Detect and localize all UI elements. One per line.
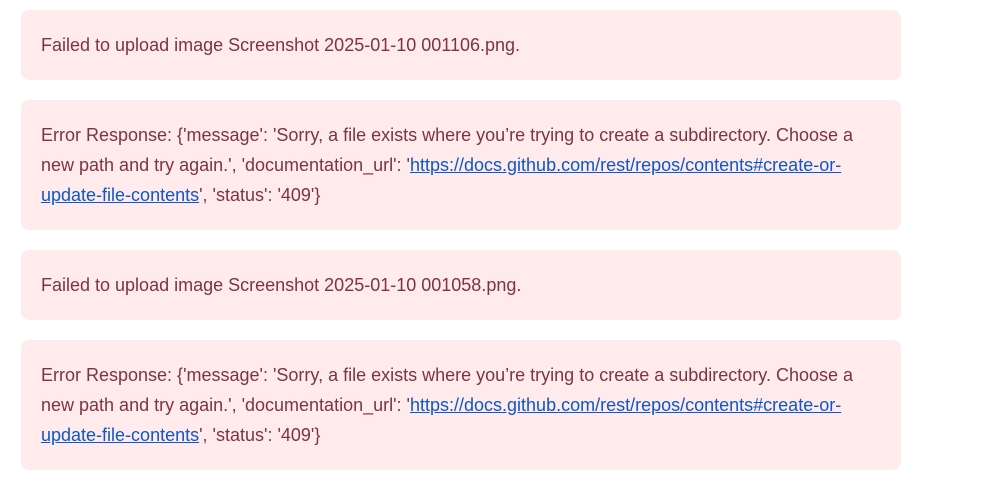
upload-failed-alert: Failed to upload image Screenshot 2025-0…	[21, 250, 901, 320]
error-response-suffix: ', 'status': '409'}	[199, 185, 321, 205]
error-response-alert: Error Response: {'message': 'Sorry, a fi…	[21, 340, 901, 470]
upload-failed-alert: Failed to upload image Screenshot 2025-0…	[21, 10, 901, 80]
error-response-alert: Error Response: {'message': 'Sorry, a fi…	[21, 100, 901, 230]
upload-failed-message: Failed to upload image Screenshot 2025-0…	[41, 275, 522, 295]
error-response-suffix: ', 'status': '409'}	[199, 425, 321, 445]
upload-failed-message: Failed to upload image Screenshot 2025-0…	[41, 35, 521, 55]
upload-error-log: Failed to upload image Screenshot 2025-0…	[0, 0, 991, 481]
